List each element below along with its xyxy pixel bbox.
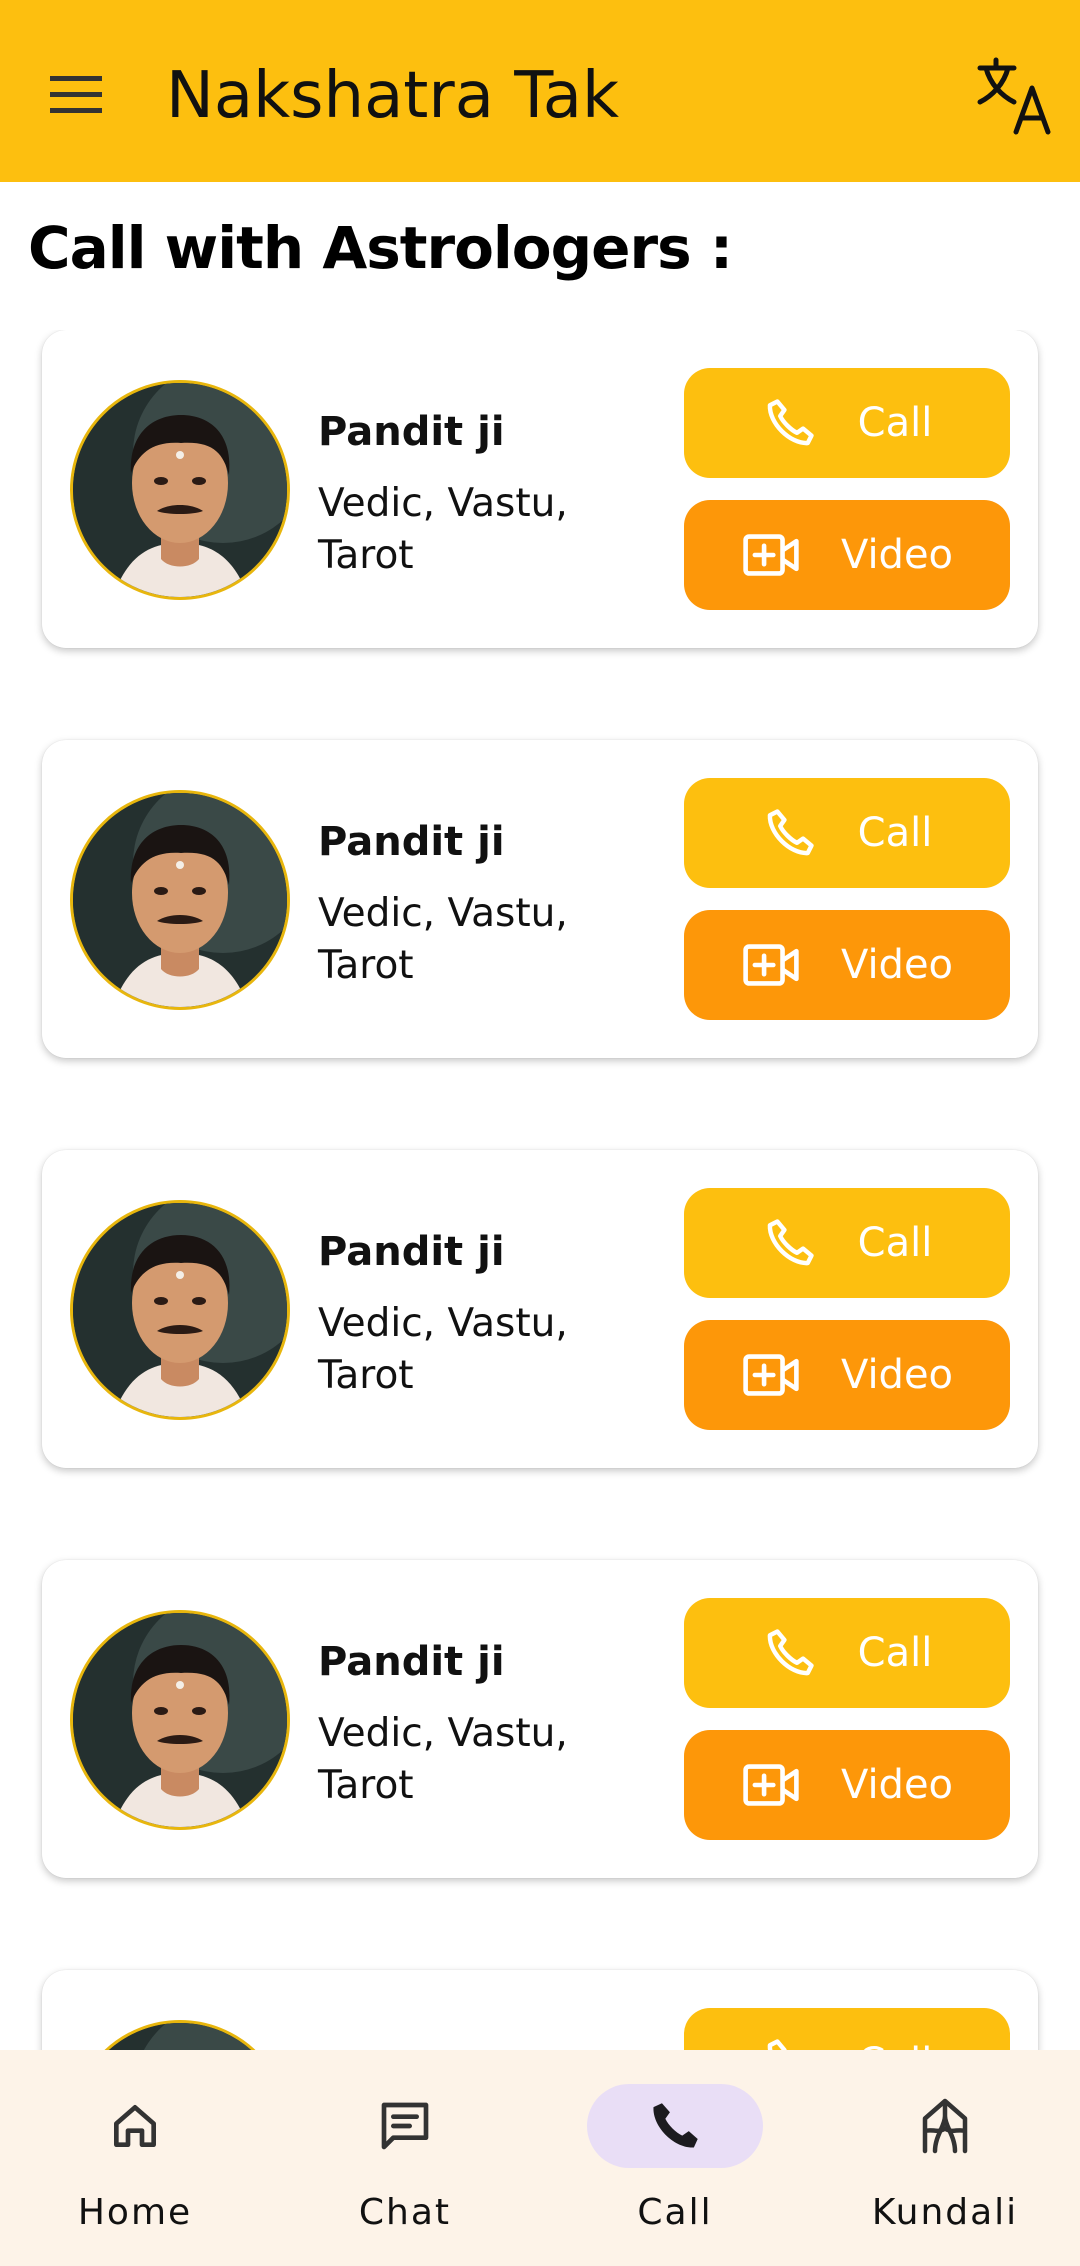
kundali-icon [922,2098,968,2154]
astrologer-name: Pandit ji [318,819,505,865]
astrologer-skills: Vedic, Vastu, Tarot [318,481,568,578]
astrologer-skills: Vedic, Vastu, Tarot [318,1301,568,1398]
call-button-label: Call [858,2040,933,2050]
phone-icon [767,399,814,446]
translate-button[interactable] [974,54,1058,138]
nav-item-chat[interactable]: Chat [270,2050,540,2266]
astrologer-skills: Vedic, Vastu, Tarot [318,1711,568,1808]
app-title: Nakshatra Tak [166,59,620,133]
astrologer-card: Pandit ji Vedic, Vastu, Tarot Call Video [42,1560,1038,1878]
video-button[interactable]: Video [684,910,1010,1020]
video-add-icon [743,1764,799,1806]
astrologer-avatar [70,380,290,600]
video-button-label: Video [840,532,954,578]
nav-label: Chat [358,2192,452,2233]
nav-label: Kundali [871,2192,1019,2233]
nav-label: Home [77,2192,193,2233]
call-button[interactable]: Call [684,368,1010,478]
nav-label: Call [637,2192,713,2233]
phone-icon [767,809,814,856]
call-button-label: Call [857,810,933,856]
bottom-navigation: Home Chat Call Kundali [0,2050,1080,2266]
astrologer-avatar [70,790,290,1010]
video-add-icon [743,944,799,986]
astrologer-name: Pandit ji [318,409,505,455]
call-button-label: Call [857,1220,933,1266]
home-icon [114,2105,157,2147]
nav-item-kundali[interactable]: Kundali [810,2050,1080,2266]
nav-icon-container [887,2084,1003,2168]
video-add-icon [743,1354,799,1396]
call-button-label: Call [857,400,933,446]
phone-icon [653,2103,698,2148]
video-add-icon [743,534,799,576]
phone-icon [767,2039,787,2050]
astrologer-avatar [70,1200,290,1420]
astrologer-card: Pandit ji Vedic, Vastu, Tarot Call Video [42,330,1038,648]
video-button-label: Video [840,942,954,988]
nav-item-home[interactable]: Home [0,2050,270,2266]
phone-icon [767,1219,814,1266]
section-title: Call with Astrologers : [28,214,733,282]
menu-button[interactable] [40,58,112,130]
call-button[interactable]: Call [684,1188,1010,1298]
call-button[interactable]: Call [684,1598,1010,1708]
chat-icon [381,2102,429,2150]
hamburger-menu-icon [50,76,102,113]
nav-icon-container [587,2084,763,2168]
nav-item-call[interactable]: Call [515,2050,785,2266]
astrologer-card: Pandit ji Vedic, Vastu, Tarot Call Video [42,740,1038,1058]
video-button[interactable]: Video [684,1320,1010,1430]
app-bar: Nakshatra Tak [0,0,1080,182]
translate-icon [977,57,1051,135]
astrologer-name: Pandit ji [318,1229,505,1275]
astrologer-name: Pandit ji [318,1639,505,1685]
video-button-label: Video [840,1352,954,1398]
astrologer-list[interactable]: Pandit ji Vedic, Vastu, Tarot Call Video [0,330,1080,2050]
video-button[interactable]: Video [684,500,1010,610]
astrologer-avatar [70,1610,290,1830]
astrologer-card: Pandit ji Vedic, Vastu, Tarot Call Video [42,1150,1038,1468]
phone-icon [767,1629,814,1676]
astrologer-avatar [70,2020,290,2050]
call-button[interactable]: Call [684,2008,1010,2050]
video-button[interactable]: Video [684,1730,1010,1840]
astrologer-card: Pandit ji Vedic, Vastu, Tarot Call Video [42,1970,1038,2050]
video-button-label: Video [840,1762,954,1808]
call-button-label: Call [857,1630,933,1676]
nav-icon-container [77,2084,193,2168]
call-button[interactable]: Call [684,778,1010,888]
nav-icon-container [347,2084,463,2168]
astrologer-skills: Vedic, Vastu, Tarot [318,891,568,988]
